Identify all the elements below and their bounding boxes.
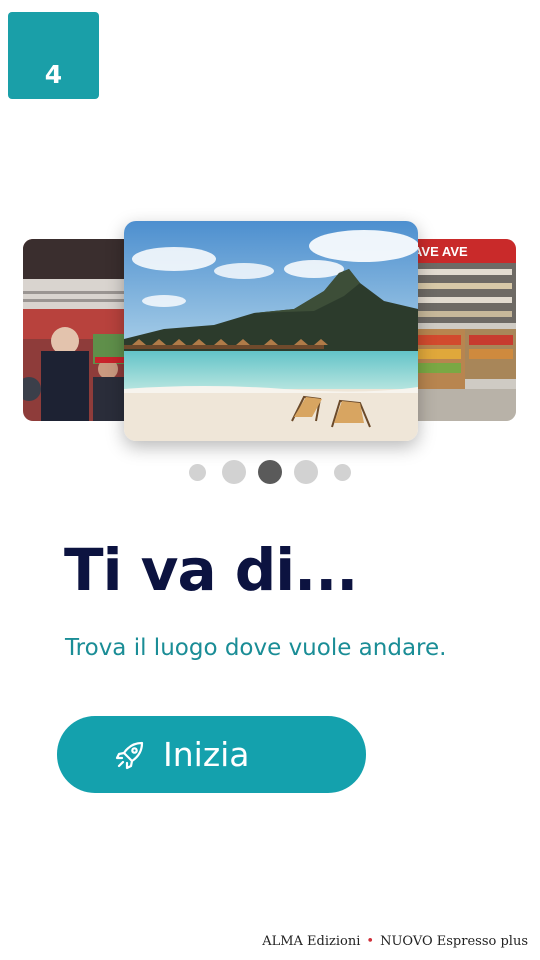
rocket-icon (114, 739, 146, 771)
lesson-number: 4 (44, 60, 63, 89)
lesson-number-badge: 4 (8, 12, 99, 99)
footer-publisher: ALMA Edizioni (262, 934, 361, 949)
image-carousel[interactable]: AVE AVE (0, 215, 540, 455)
carousel-dot-1[interactable] (189, 464, 206, 481)
start-button[interactable]: Inizia (57, 716, 366, 793)
footer-book-title: NUOVO Espresso plus (380, 934, 528, 949)
page-title: Ti va di... (64, 536, 358, 604)
page-subtitle: Trova il luogo dove vuole andare. (65, 635, 447, 661)
carousel-pagination (0, 459, 540, 485)
carousel-dot-5[interactable] (334, 464, 351, 481)
carousel-image-supermarket[interactable]: AVE AVE (405, 239, 516, 421)
carousel-dot-3-active[interactable] (258, 460, 282, 484)
carousel-dot-4[interactable] (294, 460, 318, 484)
start-button-label: Inizia (163, 735, 250, 774)
carousel-image-stadium[interactable] (23, 239, 133, 421)
footer-credits: ALMA Edizioni • NUOVO Espresso plus (262, 934, 528, 949)
svg-text:AVE AVE: AVE AVE (413, 244, 468, 259)
carousel-image-tropical-beach[interactable] (124, 221, 418, 441)
carousel-dot-2[interactable] (222, 460, 246, 484)
footer-separator: • (366, 934, 375, 949)
